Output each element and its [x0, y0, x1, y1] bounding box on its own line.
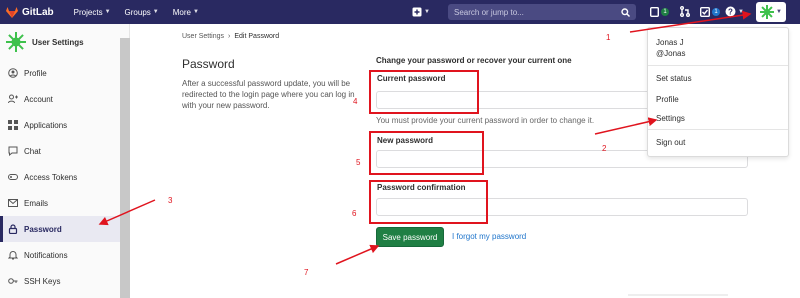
top-navbar: GitLab Projects ▼ Groups ▼ More ▼ ▼ Sear… — [0, 0, 800, 24]
merge-requests-button[interactable] — [680, 6, 690, 17]
todo-check-icon — [700, 7, 710, 17]
annotation-number: 3 — [168, 196, 173, 205]
breadcrumb-current: Edit Password — [234, 33, 280, 40]
sidebar-item-profile[interactable]: Profile — [0, 60, 120, 86]
lock-icon — [8, 224, 18, 234]
chevron-down-icon: ▼ — [738, 8, 744, 15]
brand-name: GitLab — [22, 6, 54, 18]
sidebar-item-label: Emails — [24, 198, 49, 208]
token-icon — [8, 172, 18, 182]
sidebar-item-label: Profile — [24, 68, 47, 78]
issues-button[interactable]: 1 — [650, 7, 669, 17]
annotation-arrow-7 — [335, 244, 380, 265]
annotation-number: 5 — [356, 158, 361, 167]
account-icon — [8, 94, 18, 104]
dropdown-username: @Jonas — [656, 49, 686, 58]
settings-sidebar: User Settings Profile Account Applicatio… — [0, 24, 130, 298]
sidebar-item-label: Notifications — [24, 250, 68, 260]
sidebar-item-emails[interactable]: Emails — [0, 190, 120, 216]
user-menu-button[interactable]: ▼ — [756, 2, 786, 22]
new-dropdown-button[interactable]: ▼ — [412, 7, 430, 17]
annotation-box-current-password — [369, 70, 479, 114]
search-icon — [621, 7, 630, 17]
applications-icon — [8, 120, 18, 130]
profile-icon — [8, 68, 18, 78]
breadcrumb-parent-link[interactable]: User Settings — [182, 33, 224, 40]
svg-text:?: ? — [728, 7, 733, 16]
current-password-help: You must provide your current password i… — [376, 116, 595, 125]
nav-projects-label: Projects — [73, 7, 103, 17]
menu-divider — [648, 65, 788, 66]
avatar — [6, 32, 26, 52]
menu-item-profile[interactable]: Profile — [656, 95, 679, 104]
menu-item-sign-out[interactable]: Sign out — [656, 138, 685, 147]
annotation-number: 4 — [353, 97, 358, 106]
chevron-right-icon: › — [228, 33, 231, 40]
sidebar-item-notifications[interactable]: Notifications — [0, 242, 120, 268]
annotation-box-new-password — [369, 131, 484, 175]
nav-projects[interactable]: Projects ▼ — [74, 8, 111, 17]
sidebar-title: User Settings — [32, 37, 84, 47]
annotation-number: 1 — [606, 33, 611, 42]
annotation-number: 6 — [352, 209, 357, 218]
bell-icon — [8, 250, 18, 260]
sidebar-item-ssh-keys[interactable]: SSH Keys — [0, 268, 120, 294]
issues-count-badge: 1 — [661, 8, 669, 16]
sidebar-header[interactable]: User Settings — [0, 24, 129, 60]
help-icon: ? — [725, 6, 736, 17]
sidebar-item-password[interactable]: Password — [0, 216, 120, 242]
tanuki-icon — [6, 6, 18, 18]
chevron-down-icon: ▼ — [776, 9, 782, 15]
chevron-down-icon: ▼ — [152, 9, 159, 15]
sidebar-item-label: SSH Keys — [24, 276, 61, 286]
annotation-box-password-confirmation — [369, 180, 488, 224]
annotation-number: 2 — [602, 144, 607, 153]
menu-divider — [648, 129, 788, 130]
dropdown-user-name: Jonas J — [656, 38, 684, 47]
avatar — [760, 5, 775, 19]
nav-groups[interactable]: Groups ▼ — [125, 8, 159, 17]
mail-icon — [8, 198, 18, 208]
menu-item-settings[interactable]: Settings — [656, 114, 685, 123]
chevron-down-icon: ▼ — [424, 9, 430, 15]
chevron-down-icon: ▼ — [104, 9, 111, 15]
key-icon — [8, 276, 18, 286]
divider — [628, 294, 728, 296]
search-placeholder: Search or jump to... — [454, 7, 524, 17]
sidebar-item-label: Applications — [24, 120, 68, 130]
nav-more-label: More — [172, 7, 191, 17]
nav-more[interactable]: More ▼ — [173, 8, 199, 17]
nav-groups-label: Groups — [124, 7, 151, 17]
annotation-number: 7 — [304, 268, 309, 277]
forgot-password-link[interactable]: I forgot my password — [452, 232, 526, 241]
plus-square-icon — [412, 7, 422, 17]
section-description: After a successful password update, you … — [182, 79, 355, 110]
todos-count-badge: 1 — [712, 8, 720, 16]
chevron-down-icon: ▼ — [192, 9, 199, 15]
help-button[interactable]: ? ▼ — [725, 6, 744, 17]
menu-item-set-status[interactable]: Set status — [656, 74, 692, 83]
sidebar-item-label: Access Tokens — [24, 172, 78, 182]
search-input[interactable]: Search or jump to... — [448, 4, 636, 20]
user-dropdown-menu: Jonas J @Jonas Set status Profile Settin… — [647, 27, 789, 157]
todos-button[interactable]: 1 — [700, 7, 720, 17]
sidebar-item-access-tokens[interactable]: Access Tokens — [0, 164, 120, 190]
sidebar-item-label: Chat — [24, 146, 41, 156]
breadcrumb: User Settings › Edit Password — [182, 33, 279, 40]
sidebar-item-chat[interactable]: Chat — [0, 138, 120, 164]
sidebar-item-applications[interactable]: Applications — [0, 112, 120, 138]
save-password-button[interactable]: Save password — [376, 227, 444, 247]
sidebar-scrollbar[interactable] — [120, 38, 130, 298]
sidebar-item-label: Account — [24, 94, 53, 104]
issues-icon — [650, 7, 659, 17]
sidebar-item-account[interactable]: Account — [0, 86, 120, 112]
page-title: Password — [182, 57, 235, 71]
top-actions: ▼ — [412, 0, 430, 24]
gitlab-logo[interactable]: GitLab — [6, 6, 54, 18]
chat-icon — [8, 146, 18, 156]
sidebar-item-label: Password — [24, 224, 62, 234]
form-heading: Change your password or recover your cur… — [376, 56, 572, 65]
merge-request-icon — [680, 6, 690, 17]
